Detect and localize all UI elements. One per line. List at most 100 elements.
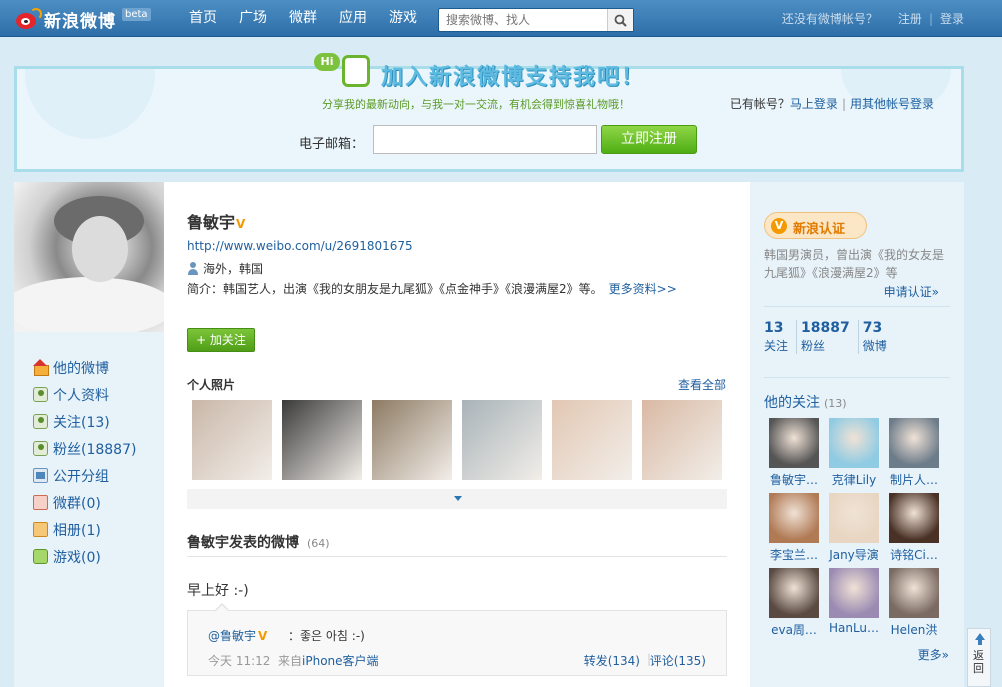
following-user-name[interactable]: eva周… bbox=[764, 621, 824, 638]
nav-his-weibo[interactable]: 他的微博 bbox=[33, 354, 136, 381]
nav-home[interactable]: 首页 bbox=[178, 0, 228, 37]
email-field[interactable] bbox=[373, 125, 597, 154]
following-user[interactable]: 诗铭Ci… bbox=[884, 493, 944, 563]
stat-posts[interactable]: 73 微博 bbox=[857, 320, 891, 354]
repost-text: ：좋은 아침 :-) bbox=[288, 629, 365, 643]
fans-icon bbox=[33, 441, 48, 456]
follow-icon bbox=[33, 414, 48, 429]
nav-album[interactable]: 相册(1) bbox=[33, 516, 136, 543]
avatar[interactable] bbox=[14, 182, 164, 332]
photo-thumbnail[interactable] bbox=[462, 400, 542, 480]
register-button[interactable]: 立即注册 bbox=[601, 125, 697, 154]
verified-icon: V bbox=[258, 629, 268, 643]
following-user[interactable]: 鲁敏宇… bbox=[764, 418, 824, 488]
following-user-name[interactable]: 制片人… bbox=[884, 471, 944, 488]
other-login-link[interactable]: 用其他帐号登录 bbox=[850, 97, 934, 111]
following-user-name[interactable]: HanLu… bbox=[824, 621, 884, 635]
nav-profile[interactable]: 个人资料 bbox=[33, 381, 136, 408]
forward-link[interactable]: 转发(134) bbox=[584, 652, 640, 669]
following-user-name[interactable]: 李宝兰… bbox=[764, 546, 824, 563]
following-grid: 鲁敏宇… 克律Lily 制片人… 李宝兰… Jany导演 诗铭Ci… eva周… HanLu…… bbox=[764, 418, 954, 643]
login-now-link[interactable]: 马上登录 bbox=[790, 97, 838, 111]
profile-nav: 他的微博 个人资料 关注(13) 粉丝(18887) 公开分组 微群(0) 相册… bbox=[33, 354, 136, 570]
location: 海外，韩国 bbox=[187, 260, 263, 277]
expand-photos-bar[interactable] bbox=[187, 489, 727, 509]
nav-games[interactable]: 游戏 bbox=[378, 0, 428, 37]
photo-thumbnail[interactable] bbox=[552, 400, 632, 480]
repost-time[interactable]: 今天 11:12 bbox=[208, 652, 270, 669]
phone-icon bbox=[342, 55, 370, 87]
back-to-top-button[interactable]: 返回 bbox=[967, 628, 991, 687]
repost-user-link[interactable]: @鲁敏宇 V bbox=[208, 627, 267, 644]
avatar[interactable] bbox=[889, 418, 939, 468]
weibo-eye-icon bbox=[14, 7, 42, 31]
weibo-logo[interactable]: 新浪微博 beta bbox=[14, 6, 151, 32]
home-icon bbox=[33, 359, 49, 376]
avatar[interactable] bbox=[829, 418, 879, 468]
posts-title: 鲁敏宇发表的微博 (64) bbox=[187, 535, 330, 551]
photo-thumbnail[interactable] bbox=[372, 400, 452, 480]
photo-thumbnail[interactable] bbox=[192, 400, 272, 480]
avatar[interactable] bbox=[769, 568, 819, 618]
profile-url[interactable]: http://www.weibo.com/u/2691801675 bbox=[187, 239, 413, 253]
group-icon bbox=[33, 468, 48, 483]
sina-verified-badge[interactable]: V 新浪认证 bbox=[764, 212, 867, 239]
person-icon bbox=[187, 262, 199, 275]
following-user-name[interactable]: 克律Lily bbox=[824, 471, 884, 488]
following-title: 他的关注 (13) bbox=[764, 395, 847, 411]
avatar[interactable] bbox=[769, 418, 819, 468]
avatar[interactable] bbox=[769, 493, 819, 543]
stat-fans[interactable]: 18887 粉丝 bbox=[796, 320, 854, 354]
nav-following[interactable]: 关注(13) bbox=[33, 408, 136, 435]
search-box bbox=[438, 8, 634, 32]
login-link[interactable]: 登录 bbox=[940, 10, 964, 27]
avatar[interactable] bbox=[889, 493, 939, 543]
comment-link[interactable]: 评论(135) bbox=[650, 652, 706, 669]
nav-apps[interactable]: 应用 bbox=[328, 0, 378, 37]
following-user[interactable]: 克律Lily bbox=[824, 418, 884, 488]
following-user-name[interactable]: Jany导演 bbox=[824, 546, 884, 563]
main-content: 鲁敏宇V http://www.weibo.com/u/2691801675 海… bbox=[164, 182, 750, 687]
avatar[interactable] bbox=[829, 493, 879, 543]
following-user-name[interactable]: 诗铭Ci… bbox=[884, 546, 944, 563]
apply-verify-link[interactable]: 申请认证» bbox=[884, 283, 939, 300]
stat-following[interactable]: 13 关注 bbox=[764, 320, 792, 354]
following-user[interactable]: 制片人… bbox=[884, 418, 944, 488]
following-user[interactable]: Jany导演 bbox=[824, 493, 884, 563]
logo-text: 新浪微博 bbox=[44, 11, 116, 32]
nav-games[interactable]: 游戏(0) bbox=[33, 543, 136, 570]
game-icon bbox=[33, 549, 48, 564]
following-user-name[interactable]: Helen洪 bbox=[884, 621, 944, 638]
more-info-link[interactable]: 更多资料>> bbox=[609, 282, 677, 296]
divider: | bbox=[928, 11, 933, 26]
photo-thumbnail[interactable] bbox=[282, 400, 362, 480]
following-user[interactable]: Helen洪 bbox=[884, 568, 944, 638]
following-user[interactable]: eva周… bbox=[764, 568, 824, 638]
register-link[interactable]: 注册 bbox=[898, 10, 922, 27]
banner-subtitle: 分享我的最新动向，与我一对一交流，有机会得到惊喜礼物哦！ bbox=[322, 98, 630, 111]
cloud-decoration bbox=[25, 69, 155, 139]
view-all-photos-link[interactable]: 查看全部 bbox=[678, 376, 726, 393]
following-user[interactable]: 李宝兰… bbox=[764, 493, 824, 563]
photo-thumbnail[interactable] bbox=[642, 400, 722, 480]
profile-name: 鲁敏宇V bbox=[187, 209, 249, 233]
banner-title: 加入新浪微博支持我吧！ bbox=[381, 65, 646, 90]
nav-fans[interactable]: 粉丝(18887) bbox=[33, 435, 136, 462]
following-user-name[interactable]: 鲁敏宇… bbox=[764, 471, 824, 488]
search-button[interactable] bbox=[607, 9, 633, 31]
no-account-text: 还没有微博帐号？ bbox=[781, 12, 878, 26]
nav-weiqun[interactable]: 微群(0) bbox=[33, 489, 136, 516]
search-input[interactable] bbox=[439, 9, 605, 31]
avatar[interactable] bbox=[829, 568, 879, 618]
following-user[interactable]: HanLu… bbox=[824, 568, 884, 638]
banner-login-links: 已有帐号？马上登录 | 用其他帐号登录 bbox=[729, 97, 934, 111]
more-following-link[interactable]: 更多» bbox=[918, 646, 949, 663]
nav-weiqun[interactable]: 微群 bbox=[278, 0, 328, 37]
nav-public-groups[interactable]: 公开分组 bbox=[33, 462, 136, 489]
beta-badge: beta bbox=[122, 7, 151, 21]
nav-square[interactable]: 广场 bbox=[228, 0, 278, 37]
verified-icon: V bbox=[771, 218, 787, 234]
avatar[interactable] bbox=[889, 568, 939, 618]
follow-button[interactable]: + 加关注 bbox=[187, 328, 255, 352]
source-link[interactable]: iPhone客户端 bbox=[302, 654, 379, 668]
